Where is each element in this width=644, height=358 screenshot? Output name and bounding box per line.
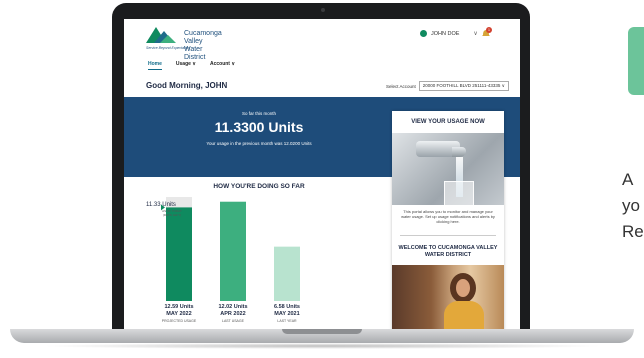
banner-usage-value: 11.3300 Units [214,119,304,135]
laptop-screen: Cucamonga Valley Water District Service … [124,19,520,329]
bar-category-label-0: MAY 2022 [166,311,192,317]
greeting: Good Morning, JOHN [146,81,228,90]
mountain-icon [146,27,176,43]
banner-caption: So far this month [241,111,277,116]
chart-bar-0 [166,207,192,301]
laptop-notch [282,329,362,334]
banner-previous-usage: Your usage in the previous month was 12.… [206,141,312,146]
bar-value-label-1: 12.02 Units [218,304,248,310]
nav-home[interactable]: Home [148,61,162,70]
account-selector: Select Account 20000 FOOTHILL BLVD 25111… [386,81,509,91]
current-usage-marker-label: 11.33 Units [146,202,176,208]
usage-card[interactable]: VIEW YOUR USAGE NOW This portal allows y… [392,111,504,329]
notification-badge: 1 [486,27,492,33]
welcome-heading: WELCOME TO CUCAMONGA VALLEY WATER DISTRI… [398,245,498,258]
bar-value-label-2: 6.58 Units [274,304,300,310]
account-select-label: Select Account [386,83,416,89]
user-menu[interactable]: JOHN DOE ∨ [420,30,478,37]
bar-caption-2: LAST YEAR [277,319,297,323]
current-usage-marker-caption: AS OF TODAY (DAYS LEFT) [162,209,182,217]
side-text-line2: yo [622,196,640,215]
chart-bar-1 [220,201,246,301]
bar-caption-0: PROJECTED USAGE [161,319,197,323]
faucet-image [392,133,504,207]
account-select[interactable]: 20000 FOOTHILL BLVD 251111-43335 ∨ [418,81,509,91]
bar-caption-1: LAST USAGE [222,319,244,323]
user-icon [420,30,427,37]
side-text-line1: A [622,170,634,189]
user-name: JOHN DOE [431,30,460,37]
laptop-shadow [40,343,604,349]
district-logo[interactable]: Cucamonga Valley Water District Service … [146,25,222,61]
chart-bar-2 [274,246,300,301]
logo-tagline: Service Beyond Expectation [146,46,190,50]
camera-icon [321,8,325,12]
main-nav: Home Usage ∨ Account ∨ [148,61,249,70]
nav-usage[interactable]: Usage ∨ [176,61,196,70]
chevron-down-icon: ∨ [473,31,478,37]
card-description[interactable]: This portal allows you to monitor and ma… [400,209,496,224]
card-divider [400,235,496,236]
side-text-line3: Re [622,222,644,241]
green-callout [628,27,644,95]
welcome-photo [392,265,504,329]
bar-category-label-1: APR 2022 [220,311,246,317]
bar-value-label-0: 12.59 Units [164,304,194,310]
bar-category-label-2: MAY 2021 [274,311,300,317]
card-title: VIEW YOUR USAGE NOW [411,119,485,125]
site-header: Cucamonga Valley Water District Service … [124,19,520,61]
nav-account[interactable]: Account ∨ [210,61,235,70]
